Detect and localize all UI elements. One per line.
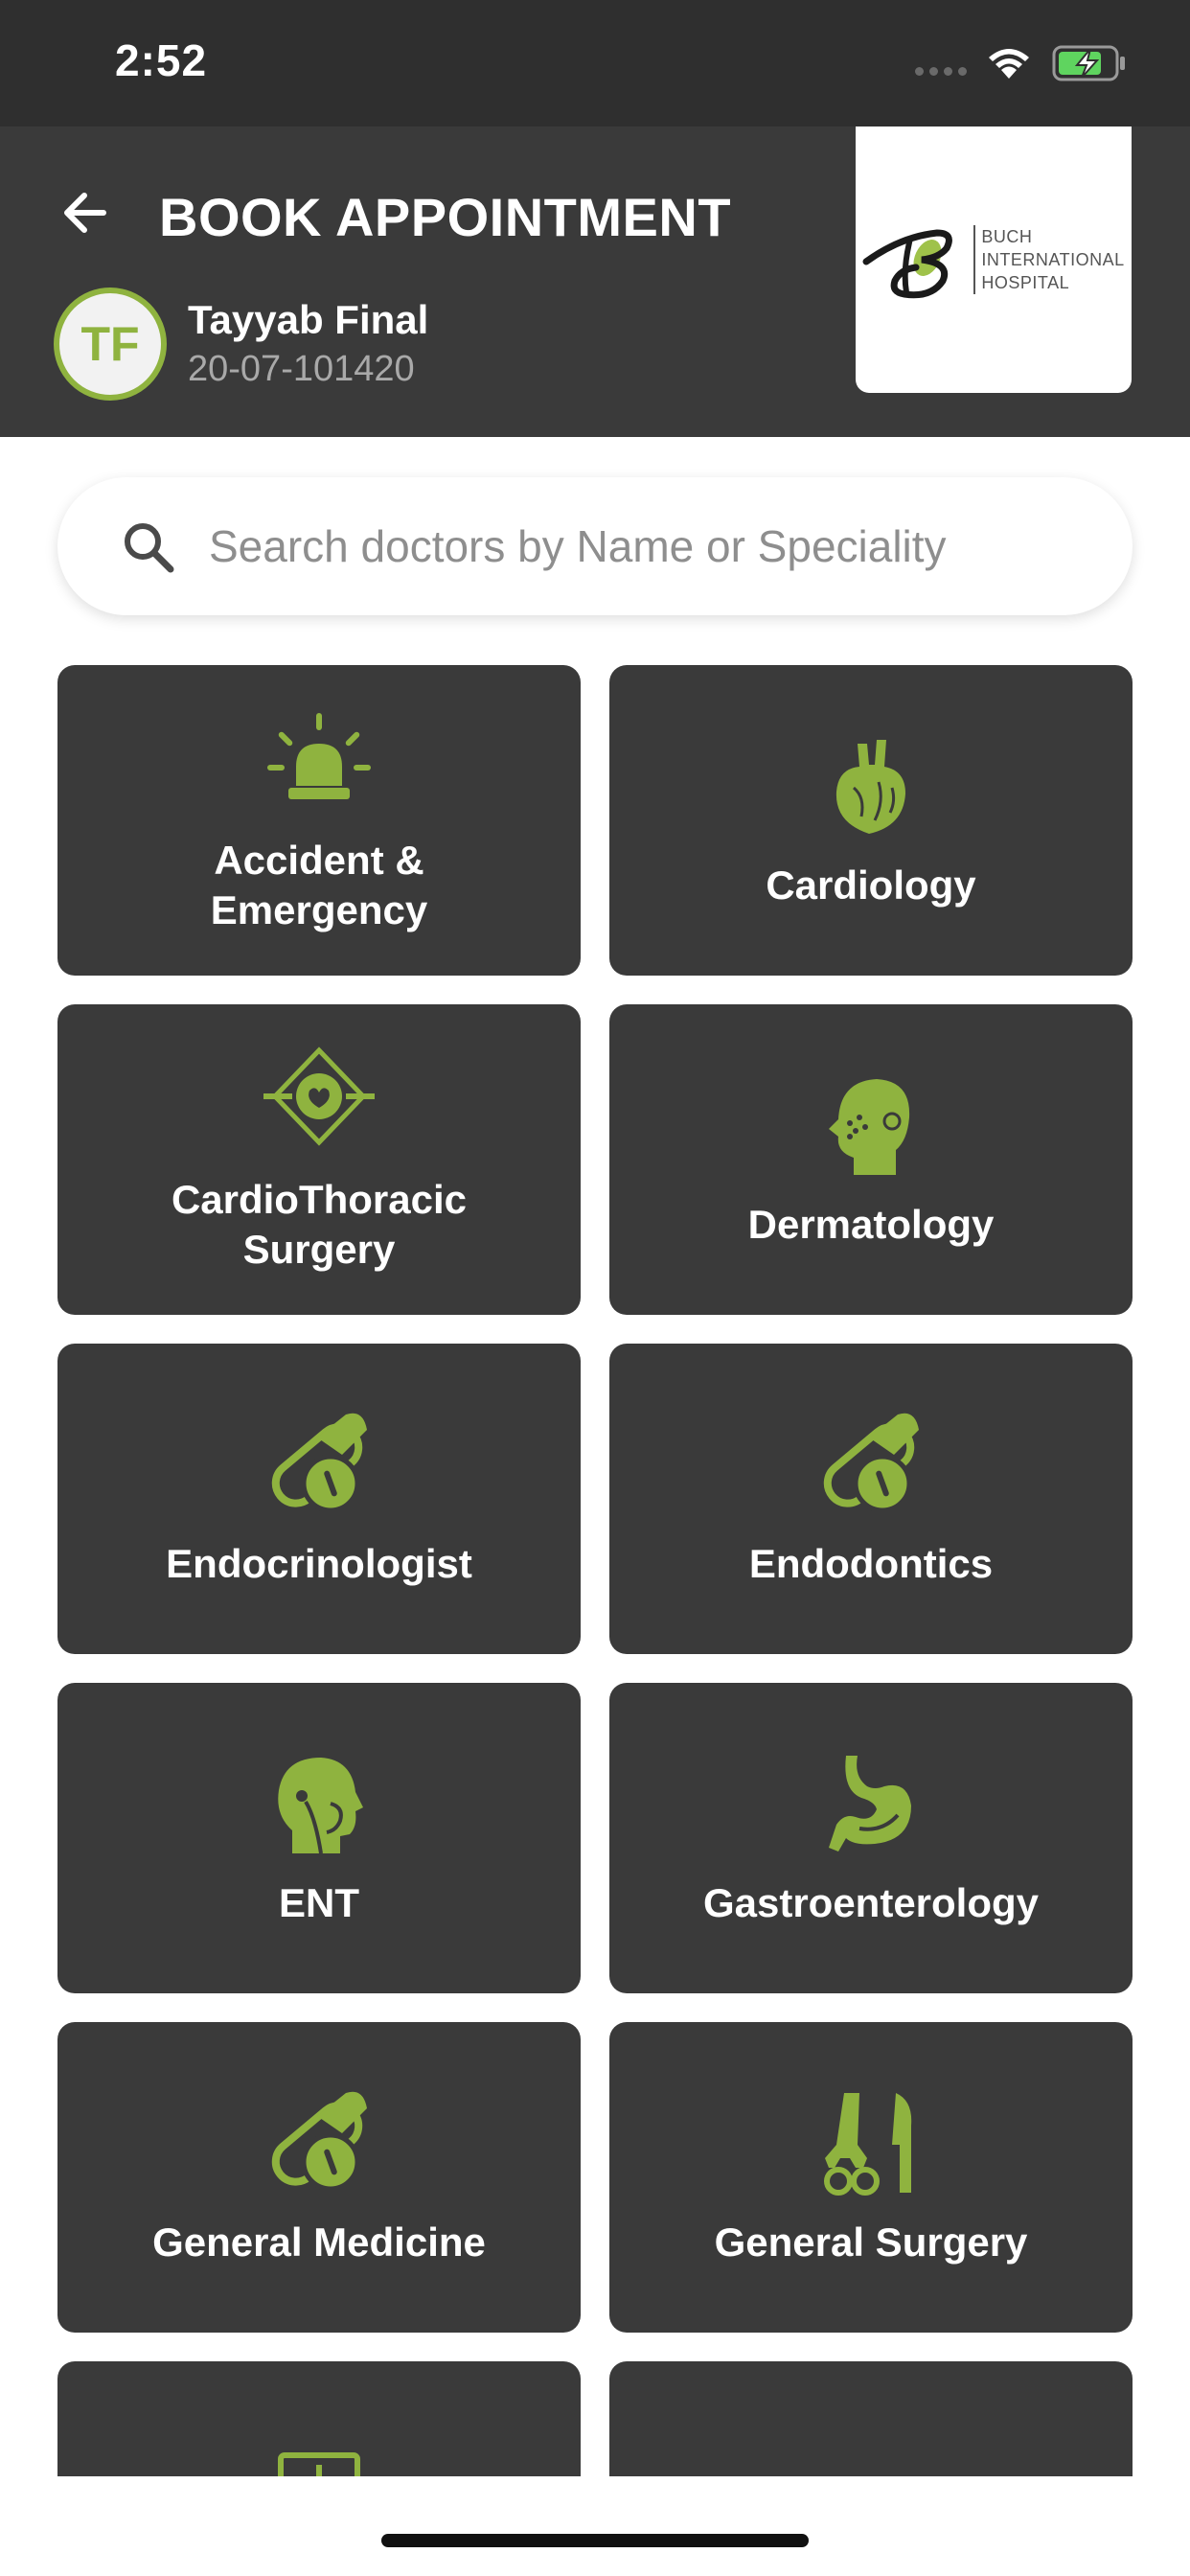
- xray-icon: [263, 2451, 375, 2476]
- stomach-icon: [815, 1748, 927, 1859]
- user-id: 20-07-101420: [188, 349, 415, 389]
- speciality-label: General Medicine: [152, 2220, 486, 2265]
- home-indicator[interactable]: [381, 2534, 809, 2547]
- speciality-grid: Accident & Emergency Cardiology CardioTh…: [57, 665, 1133, 2476]
- back-arrow-icon[interactable]: [56, 182, 117, 243]
- siren-icon: [263, 705, 375, 816]
- speciality-label: Endodontics: [748, 1541, 994, 1586]
- page-title: BOOK APPOINTMENT: [159, 187, 732, 247]
- search-bar[interactable]: [57, 477, 1133, 615]
- pill-icon: [263, 1409, 375, 1520]
- cellular-signal-icon: [915, 67, 967, 76]
- head-throat-icon: [263, 1748, 375, 1859]
- app-header: BOOK APPOINTMENT TF Tayyab Final 20-07-1…: [0, 126, 1190, 437]
- pill-icon: [263, 2087, 375, 2198]
- speciality-label: ENT: [279, 1880, 359, 1925]
- speciality-label: Cardiology: [766, 862, 976, 908]
- pill-icon: [815, 1409, 927, 1520]
- speciality-label: Dermatology: [747, 1202, 995, 1247]
- wifi-icon: [989, 49, 1029, 79]
- speciality-label: General Surgery: [714, 2220, 1028, 2265]
- surgery-tools-icon: [815, 2087, 927, 2198]
- heart-surgery-icon: [263, 1045, 375, 1156]
- face-skin-icon: [815, 1070, 927, 1181]
- speciality-label: Gastroenterology: [702, 1880, 1040, 1925]
- user-name: Tayyab Final: [188, 297, 429, 342]
- speciality-grid-viewport: Accident & Emergency Cardiology CardioTh…: [0, 665, 1190, 2476]
- hospital-logo-text: BUCH INTERNATIONAL HOSPITAL: [973, 225, 1124, 294]
- speciality-card-dermatology[interactable]: Dermatology: [609, 1004, 1133, 1315]
- hospital-logo-mark: [862, 229, 953, 299]
- speciality-card-general-medicine[interactable]: General Medicine: [57, 2022, 581, 2333]
- search-icon: [125, 523, 174, 573]
- heart-icon: [815, 730, 927, 841]
- speciality-card-accident-emergency[interactable]: Accident & Emergency: [57, 665, 581, 976]
- speciality-card-general-surgery[interactable]: General Surgery: [609, 2022, 1133, 2333]
- battery-charging-icon: [1052, 45, 1125, 81]
- avatar[interactable]: TF: [54, 288, 167, 401]
- speciality-label: CardioThoracic Surgery: [171, 1177, 468, 1272]
- speciality-label: Accident & Emergency: [210, 838, 428, 932]
- status-bar: 2:52: [0, 0, 1190, 126]
- kidney-icon: [815, 2451, 927, 2476]
- speciality-label: Endocrinologist: [166, 1541, 472, 1586]
- speciality-card-ent[interactable]: ENT: [57, 1683, 581, 1993]
- status-time: 2:52: [115, 35, 208, 85]
- speciality-card-cardiothoracic-surgery[interactable]: CardioThoracic Surgery: [57, 1004, 581, 1315]
- speciality-card-endodontics[interactable]: Endodontics: [609, 1344, 1133, 1654]
- speciality-card-radiology[interactable]: [57, 2361, 581, 2476]
- search-input[interactable]: [209, 512, 1071, 581]
- speciality-card-nephrology[interactable]: [609, 2361, 1133, 2476]
- speciality-card-cardiology[interactable]: Cardiology: [609, 665, 1133, 976]
- speciality-card-gastroenterology[interactable]: Gastroenterology: [609, 1683, 1133, 1993]
- hospital-logo: BUCH INTERNATIONAL HOSPITAL: [856, 126, 1132, 393]
- speciality-card-endocrinologist[interactable]: Endocrinologist: [57, 1344, 581, 1654]
